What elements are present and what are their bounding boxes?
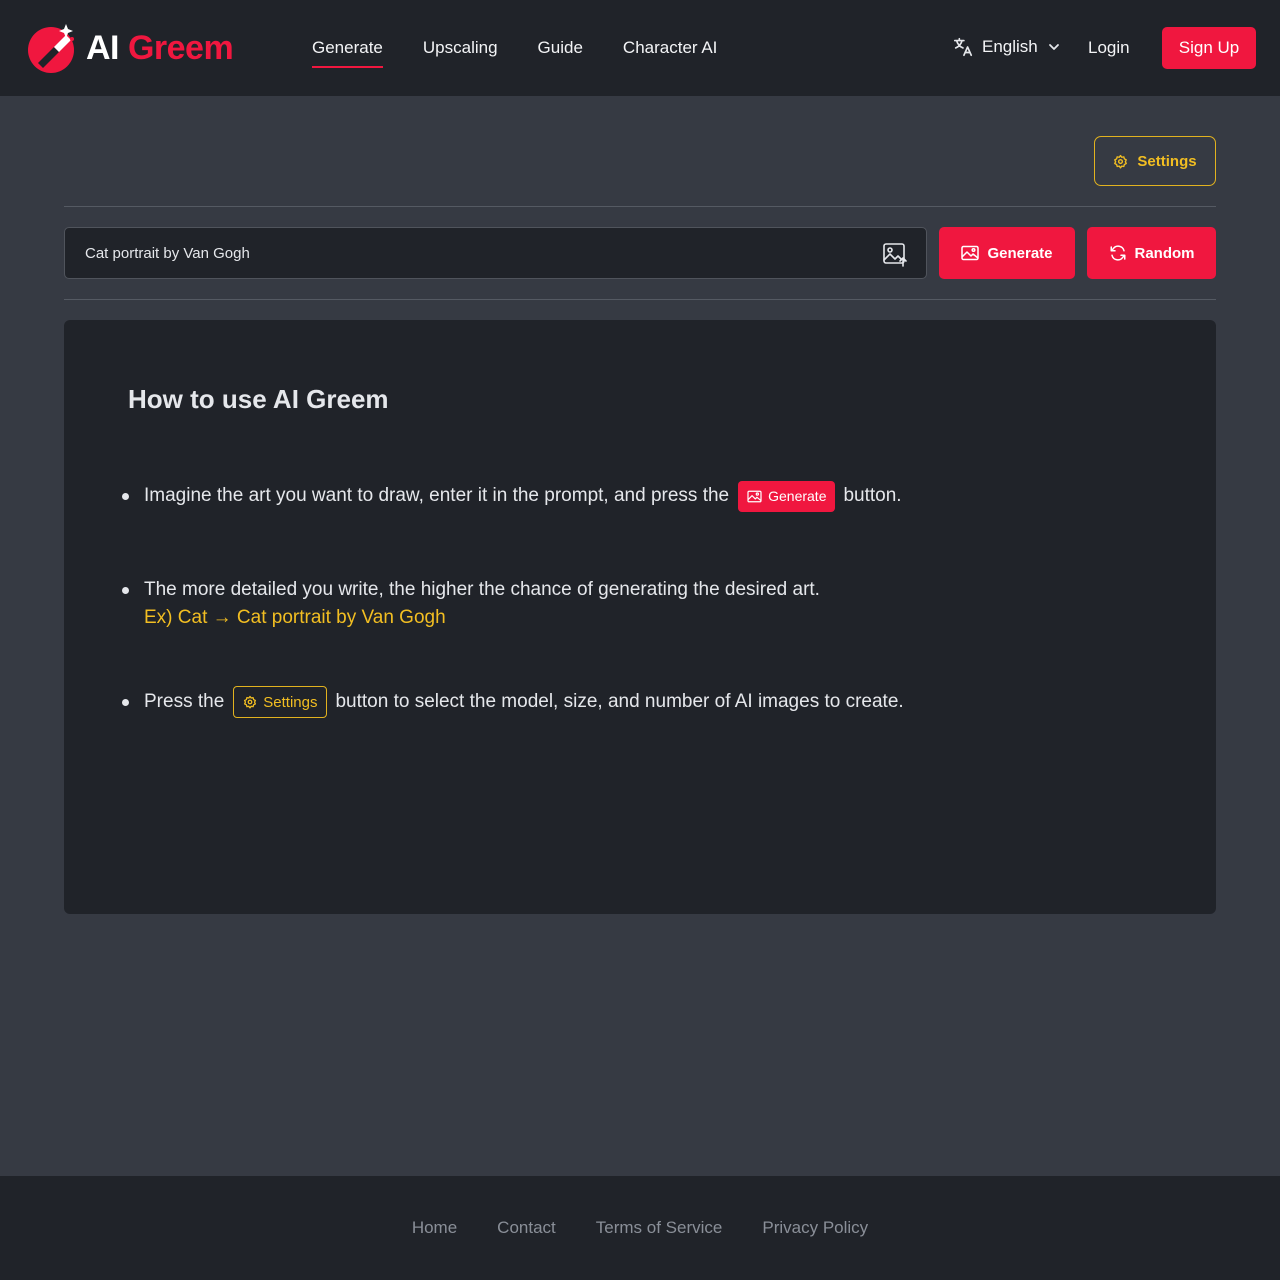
step3-text-after: button to select the model, size, and nu… bbox=[335, 691, 904, 712]
image-icon bbox=[961, 245, 980, 261]
step2-text: The more detailed you write, the higher … bbox=[144, 579, 820, 600]
logo-prefix: AI bbox=[86, 29, 120, 67]
guide-step-1: Imagine the art you want to draw, enter … bbox=[122, 478, 902, 514]
brush-logo-icon bbox=[28, 24, 74, 73]
logo-name: Greem bbox=[127, 29, 234, 67]
nav-character-ai[interactable]: Character AI bbox=[623, 0, 718, 96]
divider-bottom bbox=[64, 299, 1216, 300]
settings-chip: Settings bbox=[233, 686, 328, 718]
divider-top bbox=[64, 206, 1216, 207]
gear-icon bbox=[244, 695, 257, 709]
image-icon bbox=[747, 490, 762, 502]
generate-button[interactable]: Generate bbox=[939, 227, 1075, 279]
step1-text-after: button. bbox=[843, 485, 902, 506]
footer-links: Home Contact Terms of Service Privacy Po… bbox=[0, 1176, 1280, 1280]
footer-link-terms[interactable]: Terms of Service bbox=[596, 1218, 723, 1238]
login-link[interactable]: Login bbox=[1088, 38, 1130, 58]
translate-icon bbox=[953, 37, 973, 57]
logo[interactable]: AI Greem bbox=[28, 23, 234, 73]
step2-example: Ex) Cat → Cat portrait by Van Gogh bbox=[144, 607, 446, 628]
top-header: AI Greem Generate Upscaling Guide Charac… bbox=[0, 0, 1280, 96]
chevron-down-icon bbox=[1048, 44, 1059, 50]
settings-label: Settings bbox=[1137, 152, 1197, 170]
step3-text-before: Press the bbox=[144, 691, 225, 712]
image-upload-icon[interactable] bbox=[882, 241, 908, 267]
settings-chip-label: Settings bbox=[263, 693, 318, 711]
settings-button[interactable]: Settings bbox=[1094, 136, 1216, 186]
footer: Home Contact Terms of Service Privacy Po… bbox=[0, 1176, 1280, 1280]
main-nav: Generate Upscaling Guide Character AI bbox=[312, 0, 757, 96]
guide-step-3: Press the Settings button to select the … bbox=[122, 686, 904, 718]
footer-link-home[interactable]: Home bbox=[412, 1218, 457, 1238]
language-label: English bbox=[982, 37, 1038, 56]
generate-chip-label: Generate bbox=[768, 488, 827, 504]
footer-link-contact[interactable]: Contact bbox=[497, 1218, 556, 1238]
nav-generate[interactable]: Generate bbox=[312, 0, 383, 96]
refresh-icon bbox=[1110, 245, 1125, 261]
signup-button[interactable]: Sign Up bbox=[1162, 27, 1256, 69]
random-button[interactable]: Random bbox=[1087, 227, 1216, 279]
footer-link-privacy[interactable]: Privacy Policy bbox=[762, 1218, 868, 1238]
logo-text: AI Greem bbox=[86, 29, 234, 67]
random-label: Random bbox=[1134, 244, 1195, 262]
prompt-box bbox=[64, 227, 927, 279]
step1-text-before: Imagine the art you want to draw, enter … bbox=[144, 485, 730, 506]
generate-chip: Generate bbox=[738, 480, 836, 512]
language-selector[interactable]: English bbox=[952, 36, 1060, 58]
nav-upscaling[interactable]: Upscaling bbox=[423, 0, 498, 96]
guide-step-2: The more detailed you write, the higher … bbox=[122, 576, 820, 632]
gear-icon bbox=[1114, 154, 1128, 168]
guide-card: How to use AI Greem Imagine the art you … bbox=[64, 320, 1216, 914]
guide-title: How to use AI Greem bbox=[128, 384, 389, 414]
nav-guide[interactable]: Guide bbox=[538, 0, 583, 96]
prompt-input[interactable] bbox=[85, 228, 865, 278]
generate-label: Generate bbox=[987, 244, 1053, 262]
